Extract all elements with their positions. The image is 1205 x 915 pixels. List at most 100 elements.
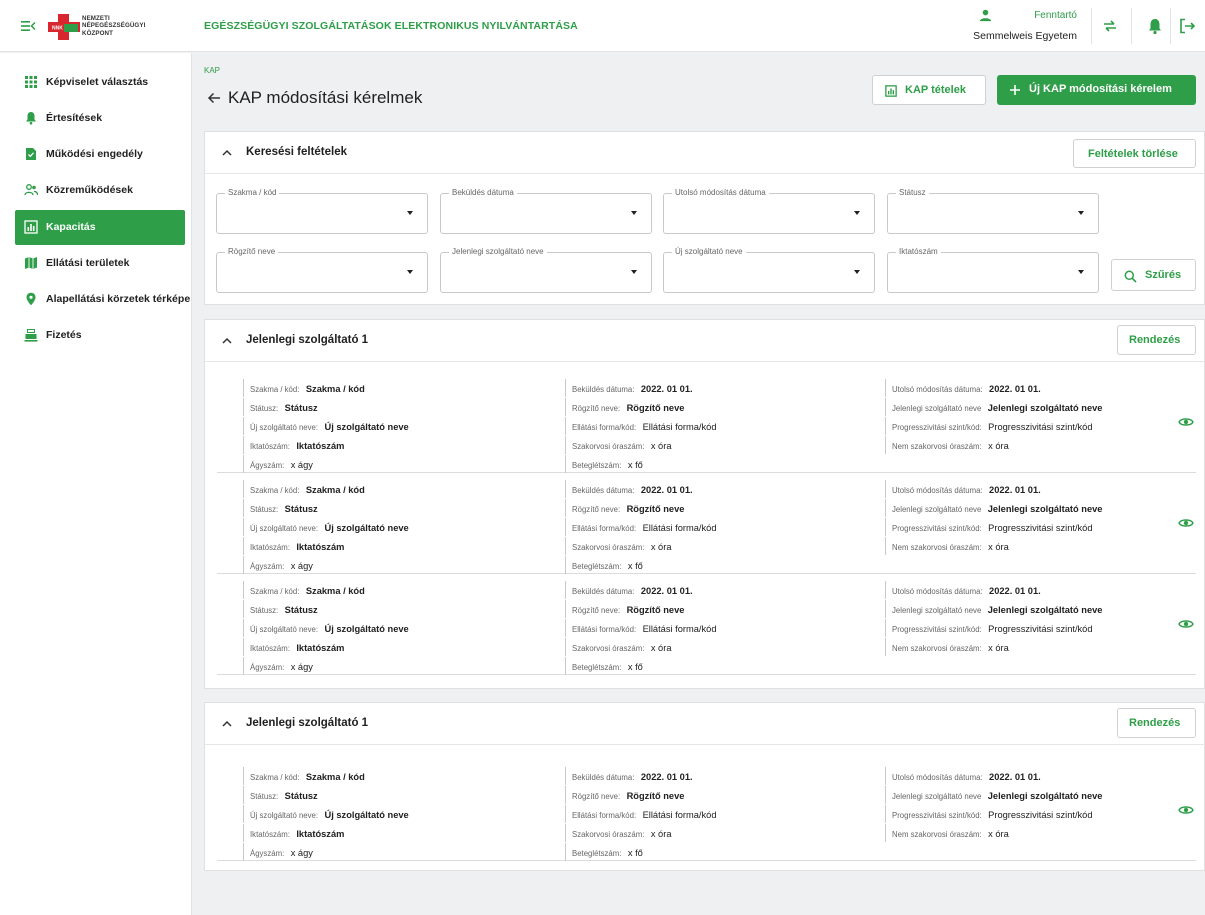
view-eye-icon[interactable] [1178, 804, 1194, 816]
sidebar-item-kapacitas[interactable]: Kapacitás [15, 210, 185, 245]
field-key: Jelenlegi szolgáltató neve [892, 606, 982, 615]
field-value: 2022. 01 01. [640, 772, 693, 782]
sidebar-item-kozremukodesek[interactable]: Közreműködések [15, 173, 185, 208]
nnk-logo[interactable]: NNK NEMZETI NÉPEGÉSZSÉGÜGYI KÖZPONT [48, 14, 178, 40]
sort-button[interactable]: Rendezés [1117, 708, 1196, 738]
field-value: Iktatószám [296, 643, 345, 653]
swap-icon[interactable] [1100, 16, 1120, 36]
filter-bekuldes-datuma[interactable]: Beküldés dátuma [440, 188, 652, 234]
sidebar-item-alapellatasi-korzetek[interactable]: Alapellátási körzetek térképe [15, 282, 190, 317]
record-row: Szakma / kód: Szakma / kód Státusz: Státu… [217, 373, 1196, 473]
plus-icon [1010, 85, 1020, 95]
clear-filters-button[interactable]: Feltételek törlése [1073, 139, 1196, 168]
user-info[interactable]: Fenntartó Semmelweis Egyetem [965, 9, 1081, 45]
field-value: Új szolgáltató neve [324, 523, 409, 533]
record-field: Új szolgáltató neve: Új szolgáltató neve [243, 518, 409, 536]
sort-button-label: Rendezés [1129, 717, 1181, 729]
sidebar-item-ertesitesek[interactable]: Értesítések [15, 101, 185, 136]
new-kap-request-button[interactable]: Új KAP módosítási kérelem [997, 75, 1196, 105]
field-value: Ellátási forma/kód [642, 624, 717, 634]
field-key: Ágyszám: [250, 562, 285, 571]
field-key: Nem szakorvosi óraszám: [892, 543, 982, 552]
field-key: Nem szakorvosi óraszám: [892, 644, 982, 653]
field-label: Iktatószám [896, 247, 941, 256]
record-field: Beküldés dátuma: 2022. 01 01. [565, 379, 693, 397]
filter-iktatoszam[interactable]: Iktatószám [887, 247, 1099, 293]
field-value: Státusz [284, 403, 318, 413]
field-value: Progresszivitási szint/kód [988, 810, 1093, 820]
field-key: Utolsó módosítás dátuma: [892, 385, 983, 394]
record-field: Rögzítő neve: Rögzítő neve [565, 786, 684, 804]
filter-jelenlegi-szolgaltato[interactable]: Jelenlegi szolgáltató neve [440, 247, 652, 293]
record-field: Rögzítő neve: Rögzítő neve [565, 499, 684, 517]
record-field: Progresszivitási szint/kód: Progresszivi… [885, 417, 1093, 435]
sidebar-item-label: Értesítések [46, 112, 103, 124]
record-field: Beteglétszám: x fő [565, 843, 643, 861]
record-field: Státusz: Státusz [243, 499, 318, 517]
chart-icon [885, 85, 897, 97]
field-key: Ágyszám: [250, 849, 285, 858]
field-key: Progresszivitási szint/kód: [892, 625, 982, 634]
field-value: x fő [627, 848, 643, 858]
view-eye-icon[interactable] [1178, 618, 1194, 630]
logout-icon[interactable] [1177, 16, 1197, 36]
filter-utolso-modositas[interactable]: Utolsó módosítás dátuma [663, 188, 875, 234]
field-key: Szakma / kód: [250, 385, 300, 394]
record-field: Nem szakorvosi óraszám: x óra [885, 824, 1009, 842]
field-key: Iktatószám: [250, 644, 290, 653]
view-eye-icon[interactable] [1178, 517, 1194, 529]
chevron-up-icon[interactable] [221, 336, 233, 346]
provider-group-title: Jelenlegi szolgáltató 1 [246, 717, 369, 729]
field-value: x fő [627, 561, 643, 571]
search-panel-title: Keresési feltételek [246, 146, 348, 158]
header-divider [1131, 8, 1132, 44]
sidebar: Képviselet választás Értesítések Működés… [0, 53, 192, 915]
field-value: Rögzítő neve [626, 504, 685, 514]
breadcrumb[interactable]: KAP [204, 66, 220, 75]
sidebar-item-label: Alapellátási körzetek térképe [46, 293, 191, 305]
record-field: Szakma / kód: Szakma / kód [243, 379, 365, 397]
field-key: Státusz: [250, 792, 279, 801]
field-key: Beteglétszám: [572, 663, 622, 672]
filter-button-label: Szűrés [1145, 269, 1182, 281]
record-row: Szakma / kód: Szakma / kód Státusz: Státu… [217, 575, 1196, 675]
field-value: Státusz [284, 504, 318, 514]
field-key: Új szolgáltató neve: [250, 524, 319, 533]
filter-szakma[interactable]: Szakma / kód [216, 188, 428, 234]
field-value: Ellátási forma/kód [642, 523, 717, 533]
sidebar-item-ellatasi-teruletek[interactable]: Ellátási területek [15, 246, 185, 281]
record-field: Utolsó módosítás dátuma: 2022. 01 01. [885, 767, 1041, 785]
field-key: Státusz: [250, 505, 279, 514]
field-value: 2022. 01 01. [640, 586, 693, 596]
field-key: Új szolgáltató neve: [250, 423, 319, 432]
bell-icon[interactable] [1145, 16, 1165, 36]
sidebar-item-fizetes[interactable]: Fizetés [15, 318, 185, 353]
record-field: Szakma / kód: Szakma / kód [243, 480, 365, 498]
sidebar-item-kepviselet[interactable]: Képviselet választás [15, 65, 185, 100]
field-label: Rögzítő neve [225, 247, 279, 256]
field-key: Iktatószám: [250, 830, 290, 839]
sidebar-item-mukodesi-engedely[interactable]: Működési engedély [15, 137, 185, 172]
field-value: Progresszivitási szint/kód [988, 422, 1093, 432]
logo-text: NEMZETI NÉPEGÉSZSÉGÜGYI KÖZPONT [82, 15, 146, 37]
sidebar-item-label: Ellátási területek [46, 257, 130, 269]
chevron-up-icon[interactable] [221, 148, 233, 158]
sort-button[interactable]: Rendezés [1117, 325, 1196, 355]
filter-uj-szolgaltato[interactable]: Új szolgáltató neve [663, 247, 875, 293]
provider-group: Jelenlegi szolgáltató 1 Rendezés Szakma … [204, 319, 1205, 689]
filter-statusz[interactable]: Státusz [887, 188, 1099, 234]
filter-rogzito-neve[interactable]: Rögzítő neve [216, 247, 428, 293]
view-eye-icon[interactable] [1178, 416, 1194, 428]
record-field: Jelenlegi szolgáltató neve Jelenlegi szo… [885, 499, 1102, 517]
menu-collapse-icon[interactable] [20, 18, 36, 34]
field-value: x ágy [290, 848, 313, 858]
field-key: Ellátási forma/kód: [572, 524, 637, 533]
record-field: Beteglétszám: x fő [565, 657, 643, 675]
filter-button[interactable]: Szűrés [1111, 259, 1196, 291]
chevron-up-icon[interactable] [221, 719, 233, 729]
kap-items-button[interactable]: KAP tételek [872, 75, 986, 105]
back-arrow-icon[interactable] [207, 91, 221, 105]
field-key: Ágyszám: [250, 663, 285, 672]
field-key: Rögzítő neve: [572, 792, 621, 801]
record-field: Státusz: Státusz [243, 600, 318, 618]
